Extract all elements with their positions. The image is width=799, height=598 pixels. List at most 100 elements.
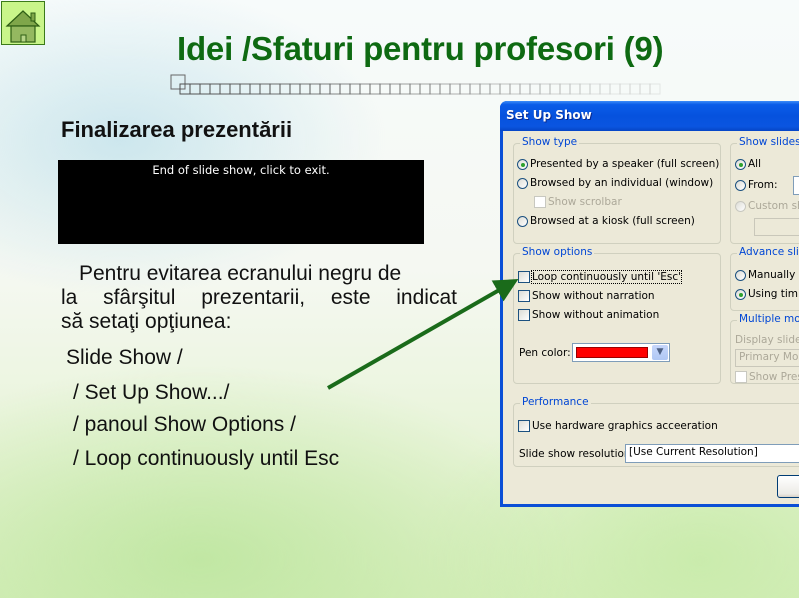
radio-unselected[interactable] [735,179,746,191]
chevron-down-icon[interactable]: ▼ [652,345,668,360]
decorative-square [649,83,661,95]
radio-selected[interactable] [735,158,746,170]
decorative-square [579,83,591,95]
decorative-square [409,83,421,95]
radio-from-slide[interactable]: From: [735,179,778,191]
decorative-square [369,83,381,95]
radio-unselected[interactable] [517,177,528,189]
decorative-square [259,83,271,95]
ok-button[interactable] [777,475,799,498]
decorative-square [449,83,461,95]
show-type-group: Show type Presented by a speaker (full s… [513,136,721,244]
show-slides-group: Show slides All From: Custom sh [730,136,799,244]
paragraph-line: la sfârşitul prezentarii, este indicat [61,286,457,309]
from-slide-input[interactable] [793,176,799,195]
home-button[interactable] [1,1,45,45]
decorative-square [459,83,471,95]
checkbox-unchecked[interactable] [518,420,530,432]
dialog-body: Show type Presented by a speaker (full s… [503,131,799,504]
decorative-square [209,83,221,95]
checkbox-hardware-acceleration[interactable]: Use hardware graphics acceeration [518,420,718,432]
decorative-square [269,83,281,95]
radio-manually[interactable]: Manually [735,269,795,281]
decorative-square [609,83,621,95]
decorative-square [639,83,651,95]
paragraph-line: să setaţi opţiunea: [61,310,232,333]
decorative-square [399,83,411,95]
decorative-square [279,83,291,95]
decorative-square [170,74,186,90]
radio-selected[interactable] [517,158,528,170]
radio-presented-by-speaker[interactable]: Presented by a speaker (full screen) [517,158,719,170]
decorative-square [349,83,361,95]
decorative-square [289,83,301,95]
radio-browsed-at-kiosk[interactable]: Browsed at a kiosk (full screen) [517,215,695,227]
checkbox-without-animation[interactable]: Show without animation [518,309,659,321]
checkbox-disabled[interactable] [534,196,546,208]
radio-all-slides[interactable]: All [735,158,761,170]
step-loop: / Loop continuously until Esc [73,447,340,470]
radio-using-timings[interactable]: Using timin [735,288,799,300]
slide-title: Idei /Sfaturi pentru profesori (9) [177,30,664,67]
decorative-square [539,83,551,95]
decorative-square [469,83,481,95]
monitor-select[interactable]: Primary Moni [735,349,799,367]
decorative-square [519,83,531,95]
decorative-square [629,83,641,95]
show-type-legend: Show type [520,136,580,148]
decorative-square [599,83,611,95]
step-slide-show: Slide Show / [66,346,183,369]
slide-subtitle: Finalizarea prezentării [61,117,293,142]
radio-disabled[interactable] [735,200,746,212]
decorative-square [549,83,561,95]
decorative-square [219,83,231,95]
decorative-square [439,83,451,95]
decorative-square [589,83,601,95]
home-icon [5,10,41,43]
step-set-up-show: / Set Up Show.../ [73,381,230,404]
pen-color-swatch [576,347,648,358]
pen-color-label: Pen color: [519,347,571,359]
decorative-square [249,83,261,95]
checkbox-show-presenter-view[interactable]: Show Pres [735,371,799,383]
pen-color-select[interactable]: ▼ [572,343,670,362]
decorative-square [319,83,331,95]
set-up-show-dialog: Set Up Show Show type Presented by a spe… [500,101,799,507]
checkbox-unchecked[interactable] [518,271,530,283]
decorative-square [429,83,441,95]
show-options-group: Show options Loop continuously until 'Es… [513,246,721,384]
multiple-monitors-group: Multiple monit Display slide s Primary M… [730,313,799,384]
decorative-square [199,83,211,95]
checkbox-without-narration[interactable]: Show without narration [518,290,655,302]
resolution-select[interactable]: [Use Current Resolution] [625,444,799,463]
performance-legend: Performance [520,396,591,408]
decorative-square [499,83,511,95]
radio-browsed-by-individual[interactable]: Browsed by an individual (window) [517,177,713,189]
decorative-square [189,83,201,95]
dialog-titlebar[interactable]: Set Up Show [500,101,799,131]
resolution-label: Slide show resolution: [519,448,635,460]
decorative-square [239,83,251,95]
decorative-square [569,83,581,95]
checkbox-disabled[interactable] [735,371,747,383]
checkbox-show-scrollbar[interactable]: Show scrolbar [534,196,622,208]
decorative-square [329,83,341,95]
decorative-square [559,83,571,95]
performance-group: Performance Use hardware graphics acceer… [513,396,799,467]
advance-slides-group: Advance slide Manually Using timin [730,246,799,311]
checkbox-unchecked[interactable] [518,309,530,321]
checkbox-loop-until-esc[interactable]: Loop continuously until 'Esc' [518,270,682,284]
advance-slides-legend: Advance slide [737,246,799,258]
radio-unselected[interactable] [517,215,528,227]
radio-unselected[interactable] [735,269,746,281]
multiple-monitors-legend: Multiple monit [737,313,799,325]
decorative-square [489,83,501,95]
step-show-options: / panoul Show Options / [73,413,296,436]
custom-show-select[interactable] [754,218,799,236]
dialog-title: Set Up Show [506,108,592,122]
checkbox-unchecked[interactable] [518,290,530,302]
radio-custom-show[interactable]: Custom sh [735,200,799,212]
decorative-square [419,83,431,95]
show-options-legend: Show options [520,246,595,258]
radio-selected[interactable] [735,288,746,300]
